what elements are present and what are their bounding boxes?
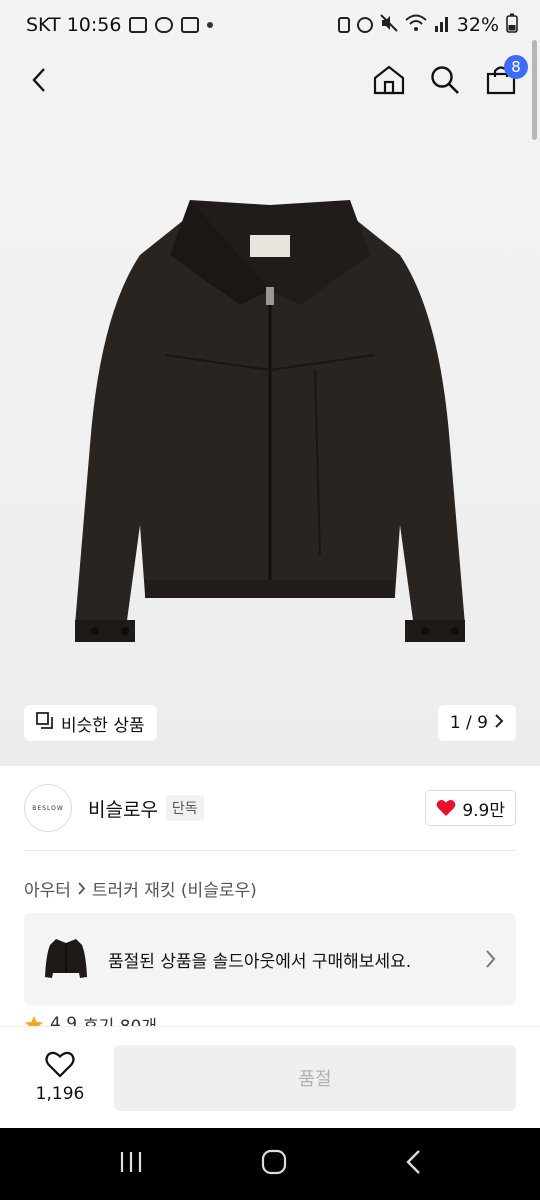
search-icon xyxy=(431,66,459,94)
similar-products-label: 비슷한 상품 xyxy=(61,715,145,736)
lock-icon xyxy=(337,17,350,33)
product-image-area[interactable]: 비슷한 상품 1 / 9 xyxy=(0,0,540,766)
more-notifications-icon xyxy=(207,22,214,28)
divider xyxy=(24,850,516,851)
product-image-jacket xyxy=(75,200,465,642)
chevron-right-icon xyxy=(486,950,496,968)
heart-filled-icon xyxy=(436,800,456,816)
heart-outline-icon xyxy=(45,1051,75,1078)
soldout-message: 품절된 상품을 솔드아웃에서 구매해보세요. xyxy=(108,951,412,972)
brand-logo-text: BESLOW xyxy=(32,804,64,812)
back-arrow-icon xyxy=(405,1150,420,1174)
breadcrumb-category[interactable]: 아우터 xyxy=(24,876,71,901)
top-navigation: 8 xyxy=(0,50,540,110)
breadcrumb: 아우터 트러커 재킷 (비슬로우) xyxy=(24,876,257,901)
cash-notification-icon xyxy=(181,17,200,33)
bottom-action-bar: 1,196 품절 xyxy=(0,1026,540,1128)
status-time: SKT 10:56 xyxy=(26,14,122,36)
buy-button-label: 품절 xyxy=(298,1068,332,1090)
scrollbar[interactable] xyxy=(532,40,537,140)
chevron-right-icon xyxy=(78,882,86,895)
brand-logo[interactable]: BESLOW xyxy=(24,784,72,832)
wifi-icon xyxy=(405,14,427,37)
alarm-icon xyxy=(356,17,373,33)
battery-icon xyxy=(506,13,518,38)
status-bar: SKT 10:56 32% xyxy=(0,0,540,50)
system-navigation-bar xyxy=(0,1128,540,1200)
gallery-notification-icon xyxy=(129,17,148,33)
exclusive-badge: 단독 xyxy=(165,795,204,821)
chevron-right-icon xyxy=(494,713,504,733)
home-circle-icon xyxy=(261,1149,287,1175)
cart-button[interactable]: 8 xyxy=(484,55,528,97)
mute-icon xyxy=(380,13,398,37)
recent-apps-button[interactable] xyxy=(118,1150,144,1178)
search-button[interactable] xyxy=(428,63,462,97)
wishlist-count: 1,196 xyxy=(35,1084,85,1104)
home-nav-button[interactable] xyxy=(261,1149,287,1179)
cart-count-badge: 8 xyxy=(504,55,528,79)
similar-products-icon xyxy=(36,711,54,735)
app-notification-icon xyxy=(155,17,174,33)
brand-like-count: 9.9만 xyxy=(462,800,505,821)
back-button[interactable] xyxy=(22,63,56,97)
brand-like-button[interactable]: 9.9만 xyxy=(425,790,516,826)
recent-apps-icon xyxy=(121,1152,142,1172)
home-button[interactable] xyxy=(372,63,406,97)
chevron-left-icon xyxy=(32,68,45,92)
soldout-banner[interactable]: 품절된 상품을 솔드아웃에서 구매해보세요. xyxy=(24,913,516,1005)
page-indicator-text: 1 / 9 xyxy=(449,713,488,733)
brand-name[interactable]: 비슬로우 xyxy=(88,795,158,822)
back-nav-button[interactable] xyxy=(404,1149,422,1179)
image-page-indicator[interactable]: 1 / 9 xyxy=(437,705,516,741)
breadcrumb-product: 트러커 재킷 (비슬로우) xyxy=(91,881,257,901)
signal-icon xyxy=(434,14,450,37)
similar-products-button[interactable]: 비슷한 상품 xyxy=(24,705,157,741)
battery-percent: 32% xyxy=(456,14,499,36)
wishlist-button[interactable]: 1,196 xyxy=(24,1051,96,1104)
soldout-buy-button[interactable]: 품절 xyxy=(114,1044,516,1111)
home-icon xyxy=(373,65,405,95)
soldout-product-thumbnail xyxy=(45,939,87,978)
brand-row: BESLOW 비슬로우 단독 9.9만 xyxy=(24,784,516,832)
